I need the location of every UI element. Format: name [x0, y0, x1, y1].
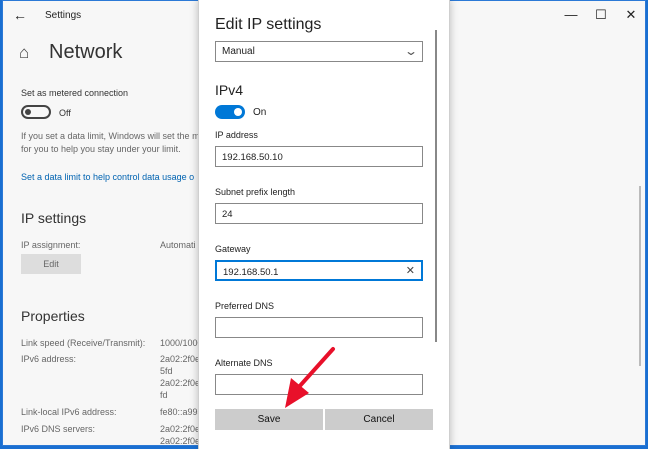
gateway-label: Gateway: [215, 244, 251, 254]
alternate-dns-field[interactable]: [215, 374, 423, 395]
preferred-dns-field[interactable]: [215, 317, 423, 338]
prop-value: fe80::a993: [160, 407, 203, 417]
page-title: Network: [49, 41, 123, 63]
page-scrollbar[interactable]: [639, 186, 641, 366]
ip-assignment-value: Automati: [160, 240, 196, 250]
prop-label: Link speed (Receive/Transmit):: [21, 338, 146, 348]
window-title: Settings: [45, 10, 82, 21]
home-icon[interactable]: ⌂: [19, 43, 29, 63]
ip-assignment-label: IP assignment:: [21, 240, 81, 250]
metered-label: Set as metered connection: [21, 88, 129, 98]
chevron-down-icon: ⌄: [403, 44, 419, 58]
prop-value: 1000/1000: [160, 338, 203, 348]
ip-settings-heading: IP settings: [21, 210, 87, 226]
save-button[interactable]: Save: [215, 409, 323, 430]
ip-address-label: IP address: [215, 130, 258, 140]
subnet-value: 24: [222, 209, 233, 220]
data-limit-text-1: If you set a data limit, Windows will se…: [21, 131, 200, 141]
alternate-dns-label: Alternate DNS: [215, 358, 273, 368]
dialog-title: Edit IP settings: [215, 16, 322, 33]
prop-value: 2a02:2f0e: [160, 424, 201, 434]
prop-value: 2a02:2f0e: [160, 354, 201, 364]
edit-button[interactable]: Edit: [21, 254, 81, 274]
prop-value: 5fd: [160, 366, 173, 376]
prop-value: 2a02:2f0e: [160, 378, 201, 388]
metered-state: Off: [59, 108, 71, 118]
preferred-dns-label: Preferred DNS: [215, 301, 275, 311]
ipv4-toggle-state: On: [253, 107, 267, 118]
dialog-scrollbar[interactable]: [435, 30, 437, 342]
ip-address-value: 192.168.50.10: [222, 152, 283, 163]
prop-value: fd: [160, 390, 168, 400]
ip-address-field[interactable]: 192.168.50.10: [215, 146, 423, 167]
minimize-icon[interactable]: —: [561, 7, 581, 22]
maximize-icon[interactable]: ☐: [591, 7, 611, 23]
back-arrow-icon[interactable]: ←: [13, 7, 27, 23]
subnet-field[interactable]: 24: [215, 203, 423, 224]
data-limit-text-2: for you to help you stay under your limi…: [21, 144, 181, 154]
subnet-label: Subnet prefix length: [215, 187, 296, 197]
prop-label: IPv6 address:: [21, 354, 77, 364]
gateway-value: 192.168.50.1: [223, 267, 279, 278]
ipv4-toggle[interactable]: [215, 105, 245, 119]
prop-label: IPv6 DNS servers:: [21, 424, 96, 434]
ipv4-heading: IPv4: [215, 82, 244, 98]
edit-ip-dialog: Edit IP settings Manual ⌄ IPv4 On IP add…: [198, 0, 450, 449]
clear-icon[interactable]: ✕: [406, 264, 415, 277]
gateway-field[interactable]: 192.168.50.1 ✕: [215, 260, 423, 281]
properties-heading: Properties: [21, 308, 85, 324]
metered-toggle[interactable]: [21, 105, 51, 119]
ip-mode-value: Manual: [222, 46, 255, 57]
cancel-button[interactable]: Cancel: [325, 409, 433, 430]
close-icon[interactable]: ✕: [621, 7, 641, 23]
prop-label: Link-local IPv6 address:: [21, 407, 117, 417]
data-limit-link[interactable]: Set a data limit to help control data us…: [21, 172, 194, 182]
ip-mode-dropdown[interactable]: Manual ⌄: [215, 41, 423, 62]
prop-value: 2a02:2f0e: [160, 436, 201, 446]
